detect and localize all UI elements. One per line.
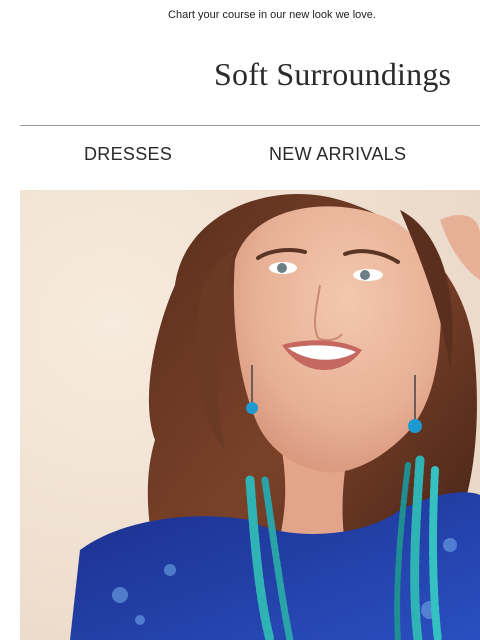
hero-image[interactable] bbox=[20, 190, 480, 640]
main-nav: DRESSES NEW ARRIVALS bbox=[0, 144, 480, 168]
nav-link-new-arrivals[interactable]: NEW ARRIVALS bbox=[269, 144, 406, 165]
brand-logo[interactable]: Soft Surroundings bbox=[214, 56, 451, 93]
header-divider bbox=[20, 125, 480, 126]
nav-link-dresses[interactable]: DRESSES bbox=[84, 144, 172, 165]
preheader-text: Chart your course in our new look we lov… bbox=[168, 9, 376, 21]
hero-photo-woman bbox=[20, 190, 480, 640]
